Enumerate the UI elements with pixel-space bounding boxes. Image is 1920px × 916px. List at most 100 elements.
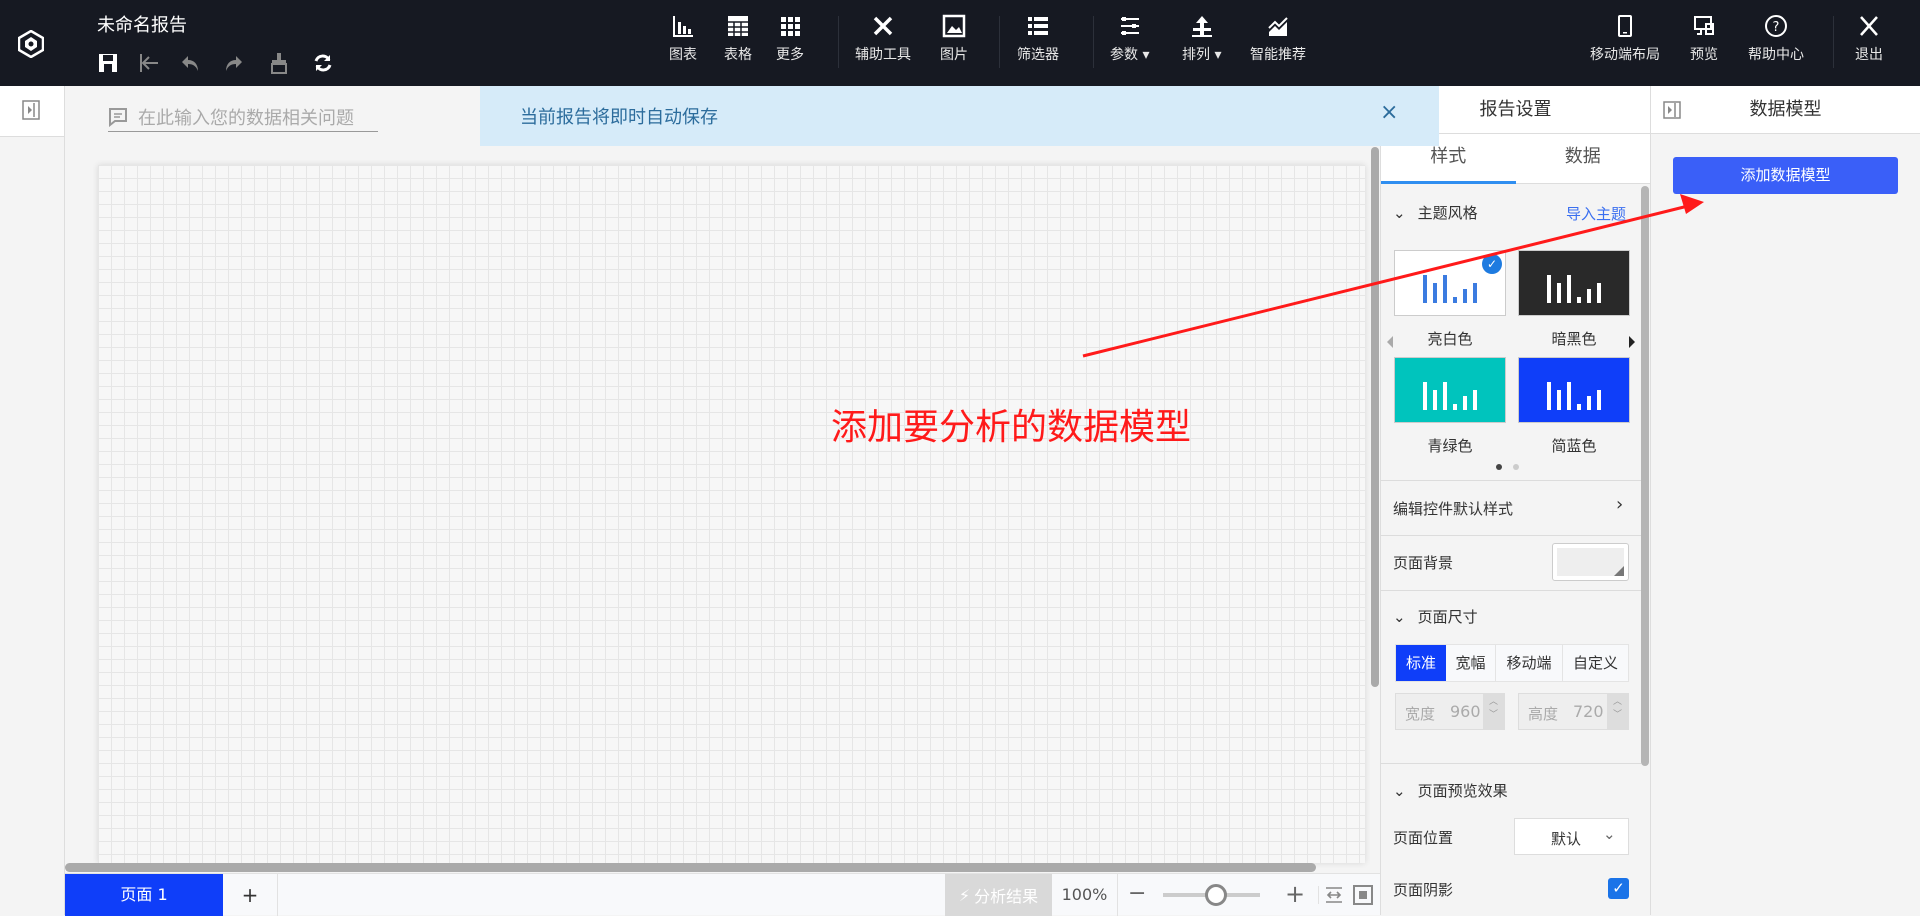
- back-to-start-icon[interactable]: [138, 52, 160, 74]
- tools-icon: [873, 16, 893, 36]
- help-icon: ?: [1765, 15, 1787, 37]
- exit-button[interactable]: 退出: [1855, 14, 1883, 64]
- edit-default-style-item[interactable]: 编辑控件默认样式: [1393, 498, 1513, 519]
- theme-bar-icon: [1463, 289, 1467, 303]
- mobile-layout-button[interactable]: 移动端布局: [1590, 14, 1660, 64]
- filter-button[interactable]: 筛选器: [1017, 14, 1059, 64]
- refresh-icon[interactable]: [312, 52, 334, 74]
- chevron-down-icon: ⌄: [1393, 607, 1406, 626]
- bar-chart-icon: [673, 16, 693, 37]
- size-option-wide[interactable]: 宽幅: [1446, 645, 1496, 681]
- size-option-standard[interactable]: 标准: [1396, 645, 1446, 681]
- banner-text: 当前报告将即时自动保存: [520, 107, 718, 128]
- toolbar-divider: [1833, 16, 1834, 68]
- expand-panel-icon[interactable]: [22, 100, 40, 120]
- zoom-out-button[interactable]: −: [1128, 874, 1146, 914]
- chevron-down-icon: ⌄: [1603, 825, 1616, 843]
- vertical-scrollbar[interactable]: [1371, 147, 1379, 687]
- zoom-in-button[interactable]: +: [1285, 874, 1305, 914]
- more-button[interactable]: 更多: [776, 14, 804, 64]
- report-title[interactable]: 未命名报告: [97, 11, 187, 37]
- collapse-panel-icon[interactable]: [1663, 101, 1681, 119]
- question-input[interactable]: 在此输入您的数据相关问题: [108, 102, 378, 132]
- report-canvas[interactable]: [98, 165, 1365, 863]
- theme-bar-icon: [1433, 283, 1437, 303]
- image-button[interactable]: 图片: [940, 14, 968, 64]
- theme-bar-icon: [1567, 275, 1571, 303]
- chevron-right-icon[interactable]: ›: [1616, 494, 1623, 515]
- arrange-icon: [1191, 16, 1212, 37]
- theme-3[interactable]: [1518, 357, 1630, 423]
- help-center-button[interactable]: ? 帮助中心: [1748, 14, 1804, 64]
- grid-icon: [781, 17, 800, 36]
- carousel-dot[interactable]: [1513, 464, 1519, 470]
- data-model-panel: 数据模型 添加数据模型: [1651, 86, 1920, 915]
- add-page-button[interactable]: +: [223, 874, 278, 916]
- theme-bar-icon: [1547, 382, 1551, 410]
- prev-theme-arrow-icon[interactable]: [1387, 336, 1393, 348]
- page-shadow-checkbox[interactable]: ✓: [1608, 878, 1629, 899]
- redo-icon[interactable]: [222, 52, 244, 74]
- assist-tools-button[interactable]: 辅助工具: [855, 14, 911, 64]
- analysis-icon: ⚡: [958, 885, 971, 905]
- smart-recommend-button[interactable]: 智能推荐: [1250, 14, 1306, 64]
- height-stepper[interactable]: ︿ ﹀: [1607, 694, 1628, 729]
- add-data-model-button[interactable]: 添加数据模型: [1673, 157, 1898, 194]
- selected-check-icon: ✓: [1482, 254, 1502, 274]
- size-option-mobile[interactable]: 移动端: [1496, 645, 1563, 681]
- theme-bar-icon: [1577, 404, 1581, 410]
- arrange-button[interactable]: 排列 ▾: [1182, 14, 1221, 64]
- page-background-label: 页面背景: [1393, 554, 1454, 572]
- comment-icon: [109, 107, 127, 127]
- theme-label: 亮白色: [1427, 330, 1473, 348]
- list-icon: [1028, 17, 1048, 35]
- page-size-section-header[interactable]: ⌄ 页面尺寸: [1393, 606, 1478, 627]
- toolbar-divider: [1093, 16, 1094, 68]
- theme-bar-icon: [1587, 396, 1591, 410]
- left-sidebar: [0, 86, 65, 915]
- theme-0[interactable]: ✓: [1394, 250, 1506, 316]
- preview-button[interactable]: 预览: [1690, 14, 1718, 64]
- size-option-custom[interactable]: 自定义: [1563, 645, 1628, 681]
- format-brush-icon[interactable]: [268, 52, 290, 74]
- fit-page-icon[interactable]: [1353, 885, 1373, 905]
- theme-bar-icon: [1547, 275, 1551, 303]
- banner-close-icon[interactable]: ×: [1380, 100, 1398, 125]
- annotation-text: 添加要分析的数据模型: [831, 407, 1192, 448]
- page-position-select[interactable]: 默认 ⌄: [1514, 818, 1629, 855]
- height-input[interactable]: 高度 720 ︿ ﹀: [1518, 693, 1629, 730]
- toolbar-divider: [999, 16, 1000, 68]
- page-tab-1[interactable]: 页面 1: [65, 874, 223, 916]
- import-theme-link[interactable]: 导入主题: [1566, 203, 1626, 224]
- analysis-result-button[interactable]: ⚡ 分析结果: [945, 874, 1052, 916]
- parameter-button[interactable]: 参数 ▾: [1110, 14, 1149, 64]
- horizontal-scrollbar[interactable]: [65, 863, 1316, 872]
- theme-bar-icon: [1567, 382, 1571, 410]
- next-theme-arrow-icon[interactable]: [1629, 336, 1635, 348]
- canvas-area: 在此输入您的数据相关问题 当前报告将即时自动保存 ×: [65, 86, 1439, 873]
- theme-2[interactable]: [1394, 357, 1506, 423]
- page-size-options: 标准 宽幅 移动端 自定义: [1395, 644, 1629, 682]
- theme-bar-icon: [1577, 297, 1581, 303]
- carousel-dot-active[interactable]: [1496, 464, 1502, 470]
- fit-width-icon[interactable]: [1318, 886, 1344, 904]
- theme-section-header[interactable]: ⌄ 主题风格: [1393, 202, 1478, 223]
- tab-data[interactable]: 数据: [1515, 134, 1650, 184]
- preview-icon: [1694, 16, 1714, 35]
- divider: [1380, 535, 1641, 536]
- settings-scrollbar[interactable]: [1641, 186, 1649, 766]
- zoom-slider-handle[interactable]: [1205, 884, 1228, 906]
- save-icon[interactable]: [97, 52, 119, 74]
- page-background-color-picker[interactable]: [1552, 543, 1629, 581]
- table-button[interactable]: 表格: [724, 14, 752, 64]
- theme-bar-icon: [1463, 396, 1467, 410]
- svg-text:?: ?: [1773, 20, 1780, 35]
- preview-section-header[interactable]: ⌄ 页面预览效果: [1393, 780, 1508, 801]
- undo-icon[interactable]: [180, 52, 202, 74]
- width-stepper[interactable]: ︿ ﹀: [1483, 694, 1504, 729]
- chart-button[interactable]: 图表: [669, 14, 697, 64]
- theme-label: 简蓝色: [1551, 437, 1597, 455]
- theme-label: 青绿色: [1427, 437, 1473, 455]
- theme-1[interactable]: [1518, 250, 1630, 316]
- width-input[interactable]: 宽度 960 ︿ ﹀: [1395, 693, 1505, 730]
